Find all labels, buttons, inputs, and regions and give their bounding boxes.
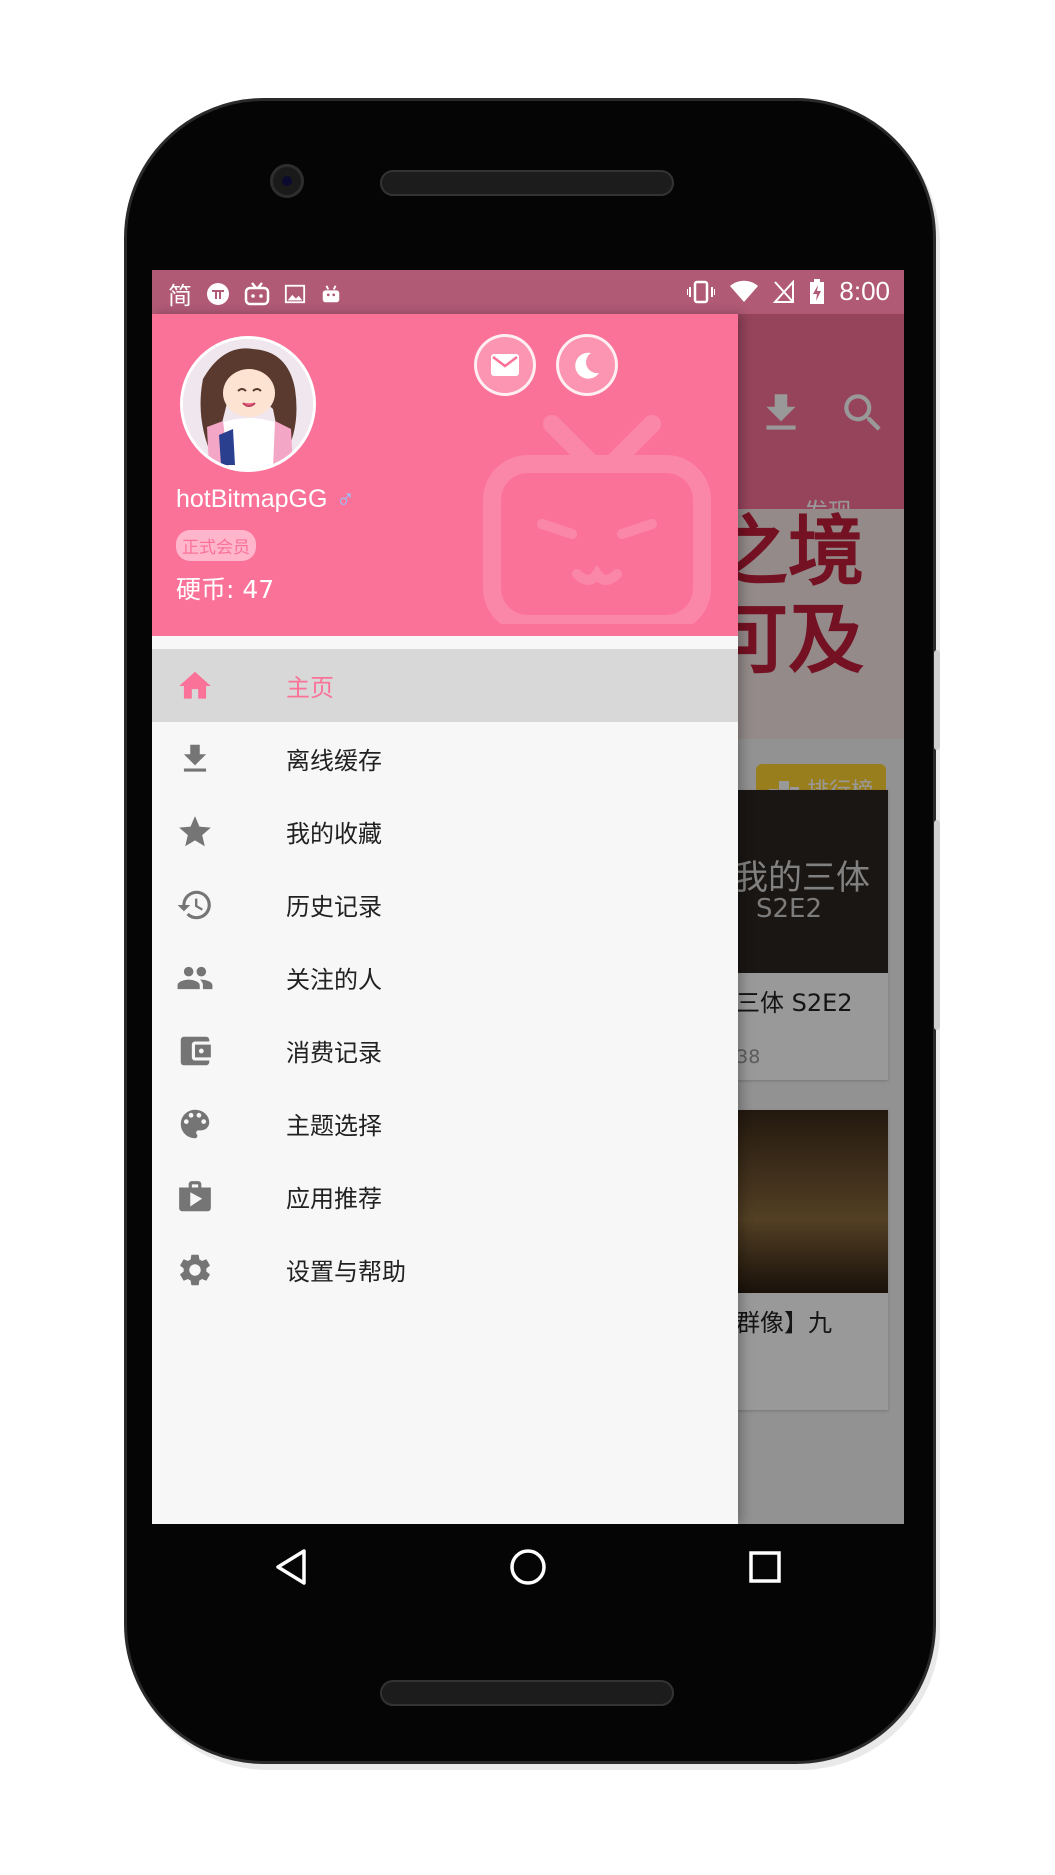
drawer-header: hotBitmapGG ♂ 正式会员 硬币: 47 — [152, 314, 738, 636]
screen: 发现 之境 可及 排行榜 我的三体 S2E2 的三体 S2E2 6038 记群像… — [152, 270, 904, 1524]
menu-label: 主页 — [286, 674, 334, 702]
menu-label: 应用推荐 — [286, 1185, 382, 1213]
avatar[interactable] — [180, 336, 316, 472]
avatar-image — [183, 339, 313, 469]
history-icon — [177, 890, 211, 920]
menu-item-purchases[interactable]: 消费记录 — [152, 1014, 738, 1087]
system-icons: 8:00 — [687, 276, 890, 307]
volume-button — [934, 650, 940, 750]
front-camera — [270, 164, 304, 198]
battery-charging-icon — [810, 278, 825, 304]
male-gender-icon: ♂ — [335, 484, 355, 514]
drawer-menu: 主页 离线缓存 我的收藏 历史记录 关注的人 消费记录 主题选择 应用推荐 设置… — [152, 649, 738, 1306]
bottom-speaker — [380, 1680, 674, 1706]
home-button[interactable] — [485, 1524, 571, 1610]
notification-icons: 简 — [168, 276, 342, 311]
download-icon — [183, 744, 207, 772]
home-circle-icon — [510, 1549, 546, 1585]
recents-square-icon — [749, 1551, 781, 1583]
menu-item-home[interactable]: 主页 — [152, 649, 738, 722]
pi-icon — [207, 282, 229, 305]
menu-label: 我的收藏 — [286, 820, 382, 848]
back-triangle-icon — [276, 1549, 306, 1585]
people-icon — [177, 966, 213, 990]
coin-count: 硬币: 47 — [176, 575, 275, 604]
clock: 8:00 — [839, 276, 890, 306]
simplified-chinese-icon: 简 — [168, 282, 192, 310]
menu-item-settings[interactable]: 设置与帮助 — [152, 1233, 738, 1306]
no-signal-icon — [773, 279, 795, 303]
menu-label: 离线缓存 — [286, 747, 382, 775]
member-badge: 正式会员 — [176, 530, 256, 561]
username[interactable]: hotBitmapGG ♂ — [176, 484, 355, 515]
menu-item-offline-cache[interactable]: 离线缓存 — [152, 722, 738, 795]
moon-icon — [575, 352, 599, 379]
night-mode-button[interactable] — [556, 334, 618, 396]
image-icon — [284, 284, 306, 303]
bilibili-tv-icon — [244, 281, 270, 305]
home-icon — [179, 671, 211, 699]
wifi-icon — [730, 280, 759, 302]
menu-label: 主题选择 — [286, 1112, 382, 1140]
power-button — [934, 820, 940, 1030]
android-icon — [322, 284, 340, 302]
vibrate-icon — [687, 280, 716, 303]
recents-button[interactable] — [722, 1524, 808, 1610]
back-button[interactable] — [248, 1524, 334, 1610]
palette-icon — [180, 1109, 210, 1139]
menu-item-favorites[interactable]: 我的收藏 — [152, 795, 738, 868]
message-button[interactable] — [474, 334, 536, 396]
menu-label: 设置与帮助 — [286, 1258, 406, 1286]
menu-label: 消费记录 — [286, 1039, 382, 1067]
bilibili-tv-watermark-icon — [483, 415, 711, 624]
menu-item-history[interactable]: 历史记录 — [152, 868, 738, 941]
wallet-icon — [180, 1036, 211, 1066]
menu-label: 历史记录 — [286, 893, 382, 921]
star-icon — [179, 816, 211, 847]
mail-icon — [491, 354, 519, 376]
menu-item-following[interactable]: 关注的人 — [152, 941, 738, 1014]
menu-item-theme[interactable]: 主题选择 — [152, 1087, 738, 1160]
navigation-bar — [152, 1524, 904, 1610]
navigation-drawer: hotBitmapGG ♂ 正式会员 硬币: 47 主页 离线缓存 我的收藏 历… — [152, 314, 738, 1524]
menu-item-app-recommend[interactable]: 应用推荐 — [152, 1160, 738, 1233]
username-text: hotBitmapGG — [176, 485, 328, 513]
gear-icon — [180, 1254, 210, 1286]
menu-label: 关注的人 — [286, 966, 382, 994]
status-bar: 简 8:00 — [152, 270, 904, 314]
earpiece-speaker — [380, 170, 674, 196]
shop-icon — [179, 1181, 211, 1212]
